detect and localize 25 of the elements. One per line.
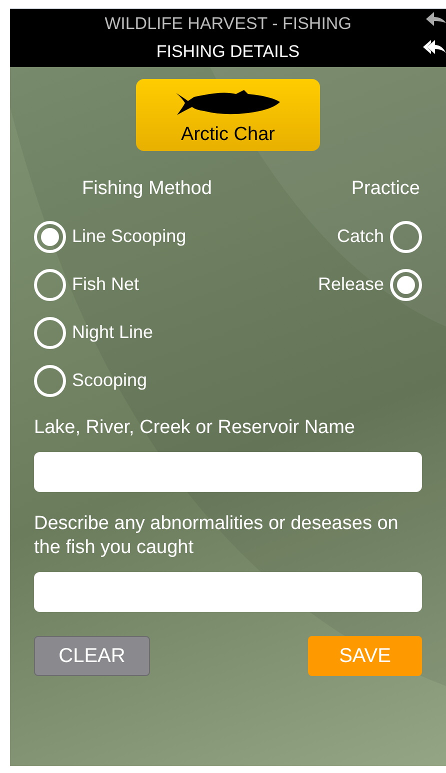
field-label: Describe any abnormalities or deseases on the fish you caught: [34, 512, 400, 560]
option-label: Fish Net: [72, 273, 140, 296]
option-label: Scooping: [72, 369, 148, 392]
option-label: Night Line: [72, 321, 154, 344]
radio-button[interactable]: [34, 316, 66, 348]
section-title: Practice: [351, 177, 420, 201]
field-label: Lake, River, Creek or Reservoir Name: [34, 416, 356, 440]
input-field[interactable]: [34, 572, 422, 612]
radio-button[interactable]: [34, 364, 66, 396]
back-arrow-icon[interactable]: [424, 9, 446, 29]
species-button[interactable]: Arctic Char: [136, 79, 320, 151]
fish-icon: [174, 89, 282, 117]
clear-button[interactable]: CLEAR: [34, 636, 150, 676]
app-title: WILDLIFE HARVEST - FISHING: [104, 15, 352, 31]
input-field[interactable]: [34, 452, 422, 492]
option-label: Catch: [336, 225, 384, 248]
radio-button[interactable]: [34, 268, 66, 300]
radio-button[interactable]: [390, 220, 422, 252]
screen-title: FISHING DETAILS: [156, 41, 300, 63]
radio-button[interactable]: [390, 268, 422, 300]
save-button[interactable]: SAVE: [308, 636, 422, 676]
option-label: Line Scooping: [72, 225, 186, 248]
radio-button[interactable]: [34, 220, 66, 252]
option-label: Release: [318, 273, 384, 296]
section-title: Fishing Method: [81, 177, 213, 201]
